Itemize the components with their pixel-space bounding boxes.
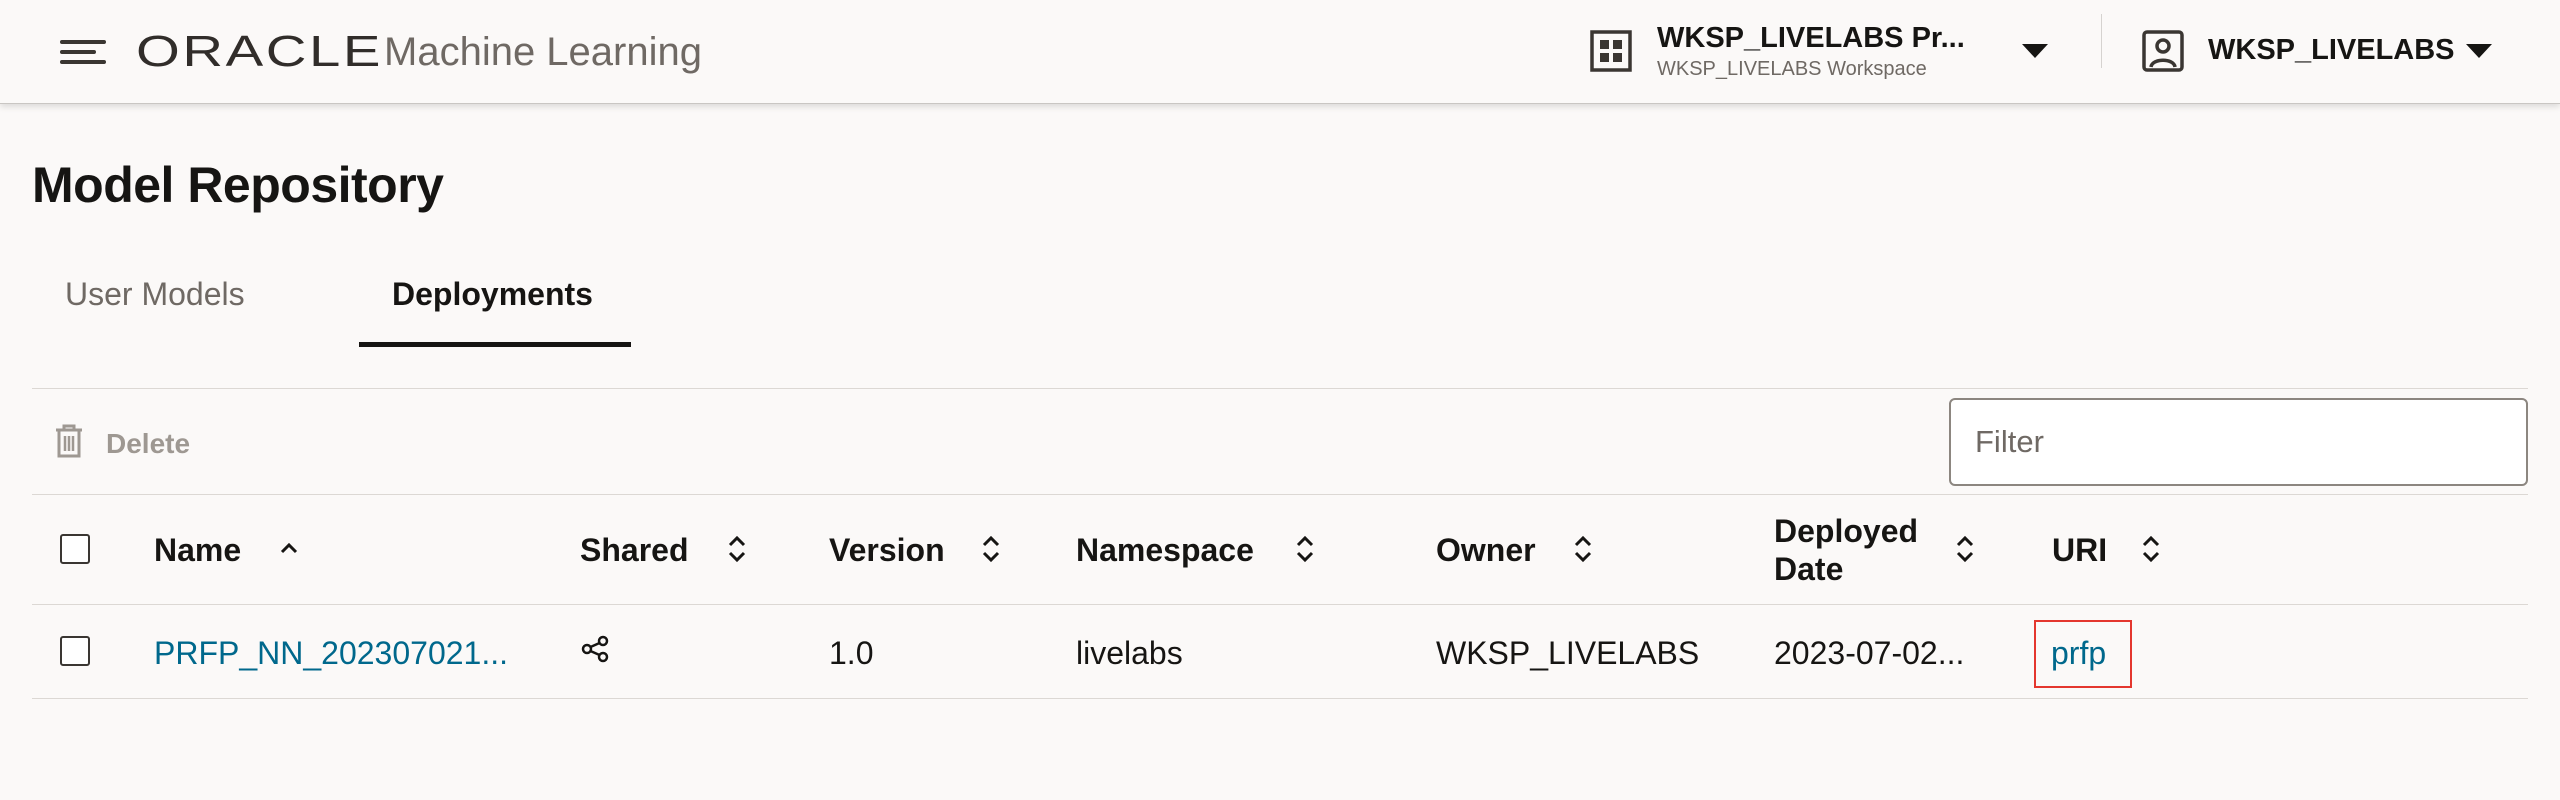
chevron-down-icon[interactable] [2022,44,2048,58]
sort-icon[interactable] [1954,534,1976,564]
user-badge-icon [2142,30,2184,72]
user-name[interactable]: WKSP_LIVELABS [2208,34,2455,67]
workspace-grid-icon [1590,30,1632,72]
divider [32,604,2528,605]
sort-icon[interactable] [726,534,748,564]
tab-deployments[interactable]: Deployments [392,276,593,313]
divider [32,698,2528,699]
app-header: ORACLE Machine Learning WKSP_LIVELABS Pr… [0,0,2560,104]
column-header-namespace[interactable]: Namespace [1076,532,1254,569]
sort-icon[interactable] [1572,534,1594,564]
column-header-deployed-date[interactable]: Deployed Date [1774,512,1918,588]
chevron-down-icon[interactable] [2466,44,2492,58]
filter-input[interactable] [1949,398,2528,486]
version-cell: 1.0 [829,635,874,671]
oracle-logo: ORACLE [136,27,383,76]
row-checkbox[interactable] [60,636,90,666]
selected-tab-indicator [359,342,631,347]
header-divider [2101,14,2102,68]
column-header-deployed-date-line2: Date [1774,551,1844,587]
column-header-shared[interactable]: Shared [580,532,688,569]
column-header-uri[interactable]: URI [2052,532,2107,569]
deployed-date-cell: 2023-07-02... [1774,635,1965,671]
page-title: Model Repository [32,157,444,213]
owner-cell: WKSP_LIVELABS [1436,635,1700,671]
column-header-version[interactable]: Version [829,532,945,569]
column-header-name[interactable]: Name [154,532,241,569]
sort-icon[interactable] [980,534,1002,564]
sort-ascending-icon[interactable] [278,534,300,564]
uri-link[interactable]: prfp [2051,635,2106,672]
hamburger-menu-icon[interactable] [60,36,106,68]
divider [32,494,2528,495]
model-name-link[interactable]: PRFP_NN_202307021... [154,635,508,672]
share-icon[interactable] [580,634,610,664]
delete-button[interactable]: Delete [106,428,190,460]
workspace-subtitle: WKSP_LIVELABS Workspace [1657,58,1927,80]
select-all-checkbox[interactable] [60,534,90,564]
column-header-owner[interactable]: Owner [1436,532,1536,569]
workspace-name[interactable]: WKSP_LIVELABS Pr... [1657,22,1965,55]
column-header-deployed-date-line1: Deployed [1774,513,1919,549]
sort-icon[interactable] [1294,534,1316,564]
namespace-cell: livelabs [1076,635,1183,671]
trash-icon [56,424,82,458]
tab-user-models[interactable]: User Models [65,276,245,313]
brand: ORACLE Machine Learning [136,28,702,76]
divider [32,388,2528,389]
sort-icon[interactable] [2140,534,2162,564]
